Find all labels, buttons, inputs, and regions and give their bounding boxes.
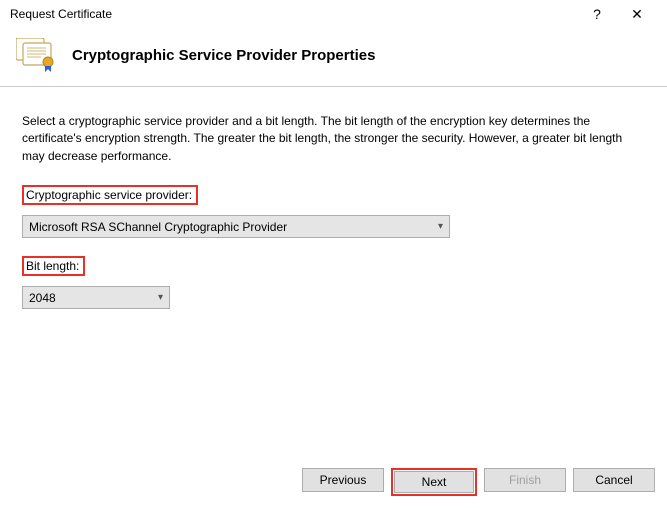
chevron-down-icon: ▾ [438,221,443,232]
provider-select[interactable]: Microsoft RSA SChannel Cryptographic Pro… [22,215,450,238]
provider-selected-value: Microsoft RSA SChannel Cryptographic Pro… [29,220,287,234]
next-button[interactable]: Next [394,471,474,493]
cancel-button[interactable]: Cancel [573,468,655,492]
bitlength-selected-value: 2048 [29,291,56,305]
finish-button: Finish [484,468,566,492]
chevron-down-icon: ▾ [158,292,163,303]
titlebar: Request Certificate ? ✕ [0,0,667,28]
next-button-highlight: Next [391,468,477,496]
header: Cryptographic Service Provider Propertie… [0,28,667,87]
previous-button[interactable]: Previous [302,468,384,492]
certificate-icon [16,38,58,72]
button-bar: Previous Next Finish Cancel [302,468,655,496]
window-title: Request Certificate [10,7,577,21]
provider-label: Cryptographic service provider: [22,185,198,205]
bitlength-select[interactable]: 2048 ▾ [22,286,170,309]
close-button[interactable]: ✕ [617,6,657,23]
description-text: Select a cryptographic service provider … [22,113,645,165]
body-area: Select a cryptographic service provider … [0,87,667,319]
help-button[interactable]: ? [577,6,617,22]
bitlength-label: Bit length: [22,256,85,276]
page-title: Cryptographic Service Provider Propertie… [72,47,375,64]
